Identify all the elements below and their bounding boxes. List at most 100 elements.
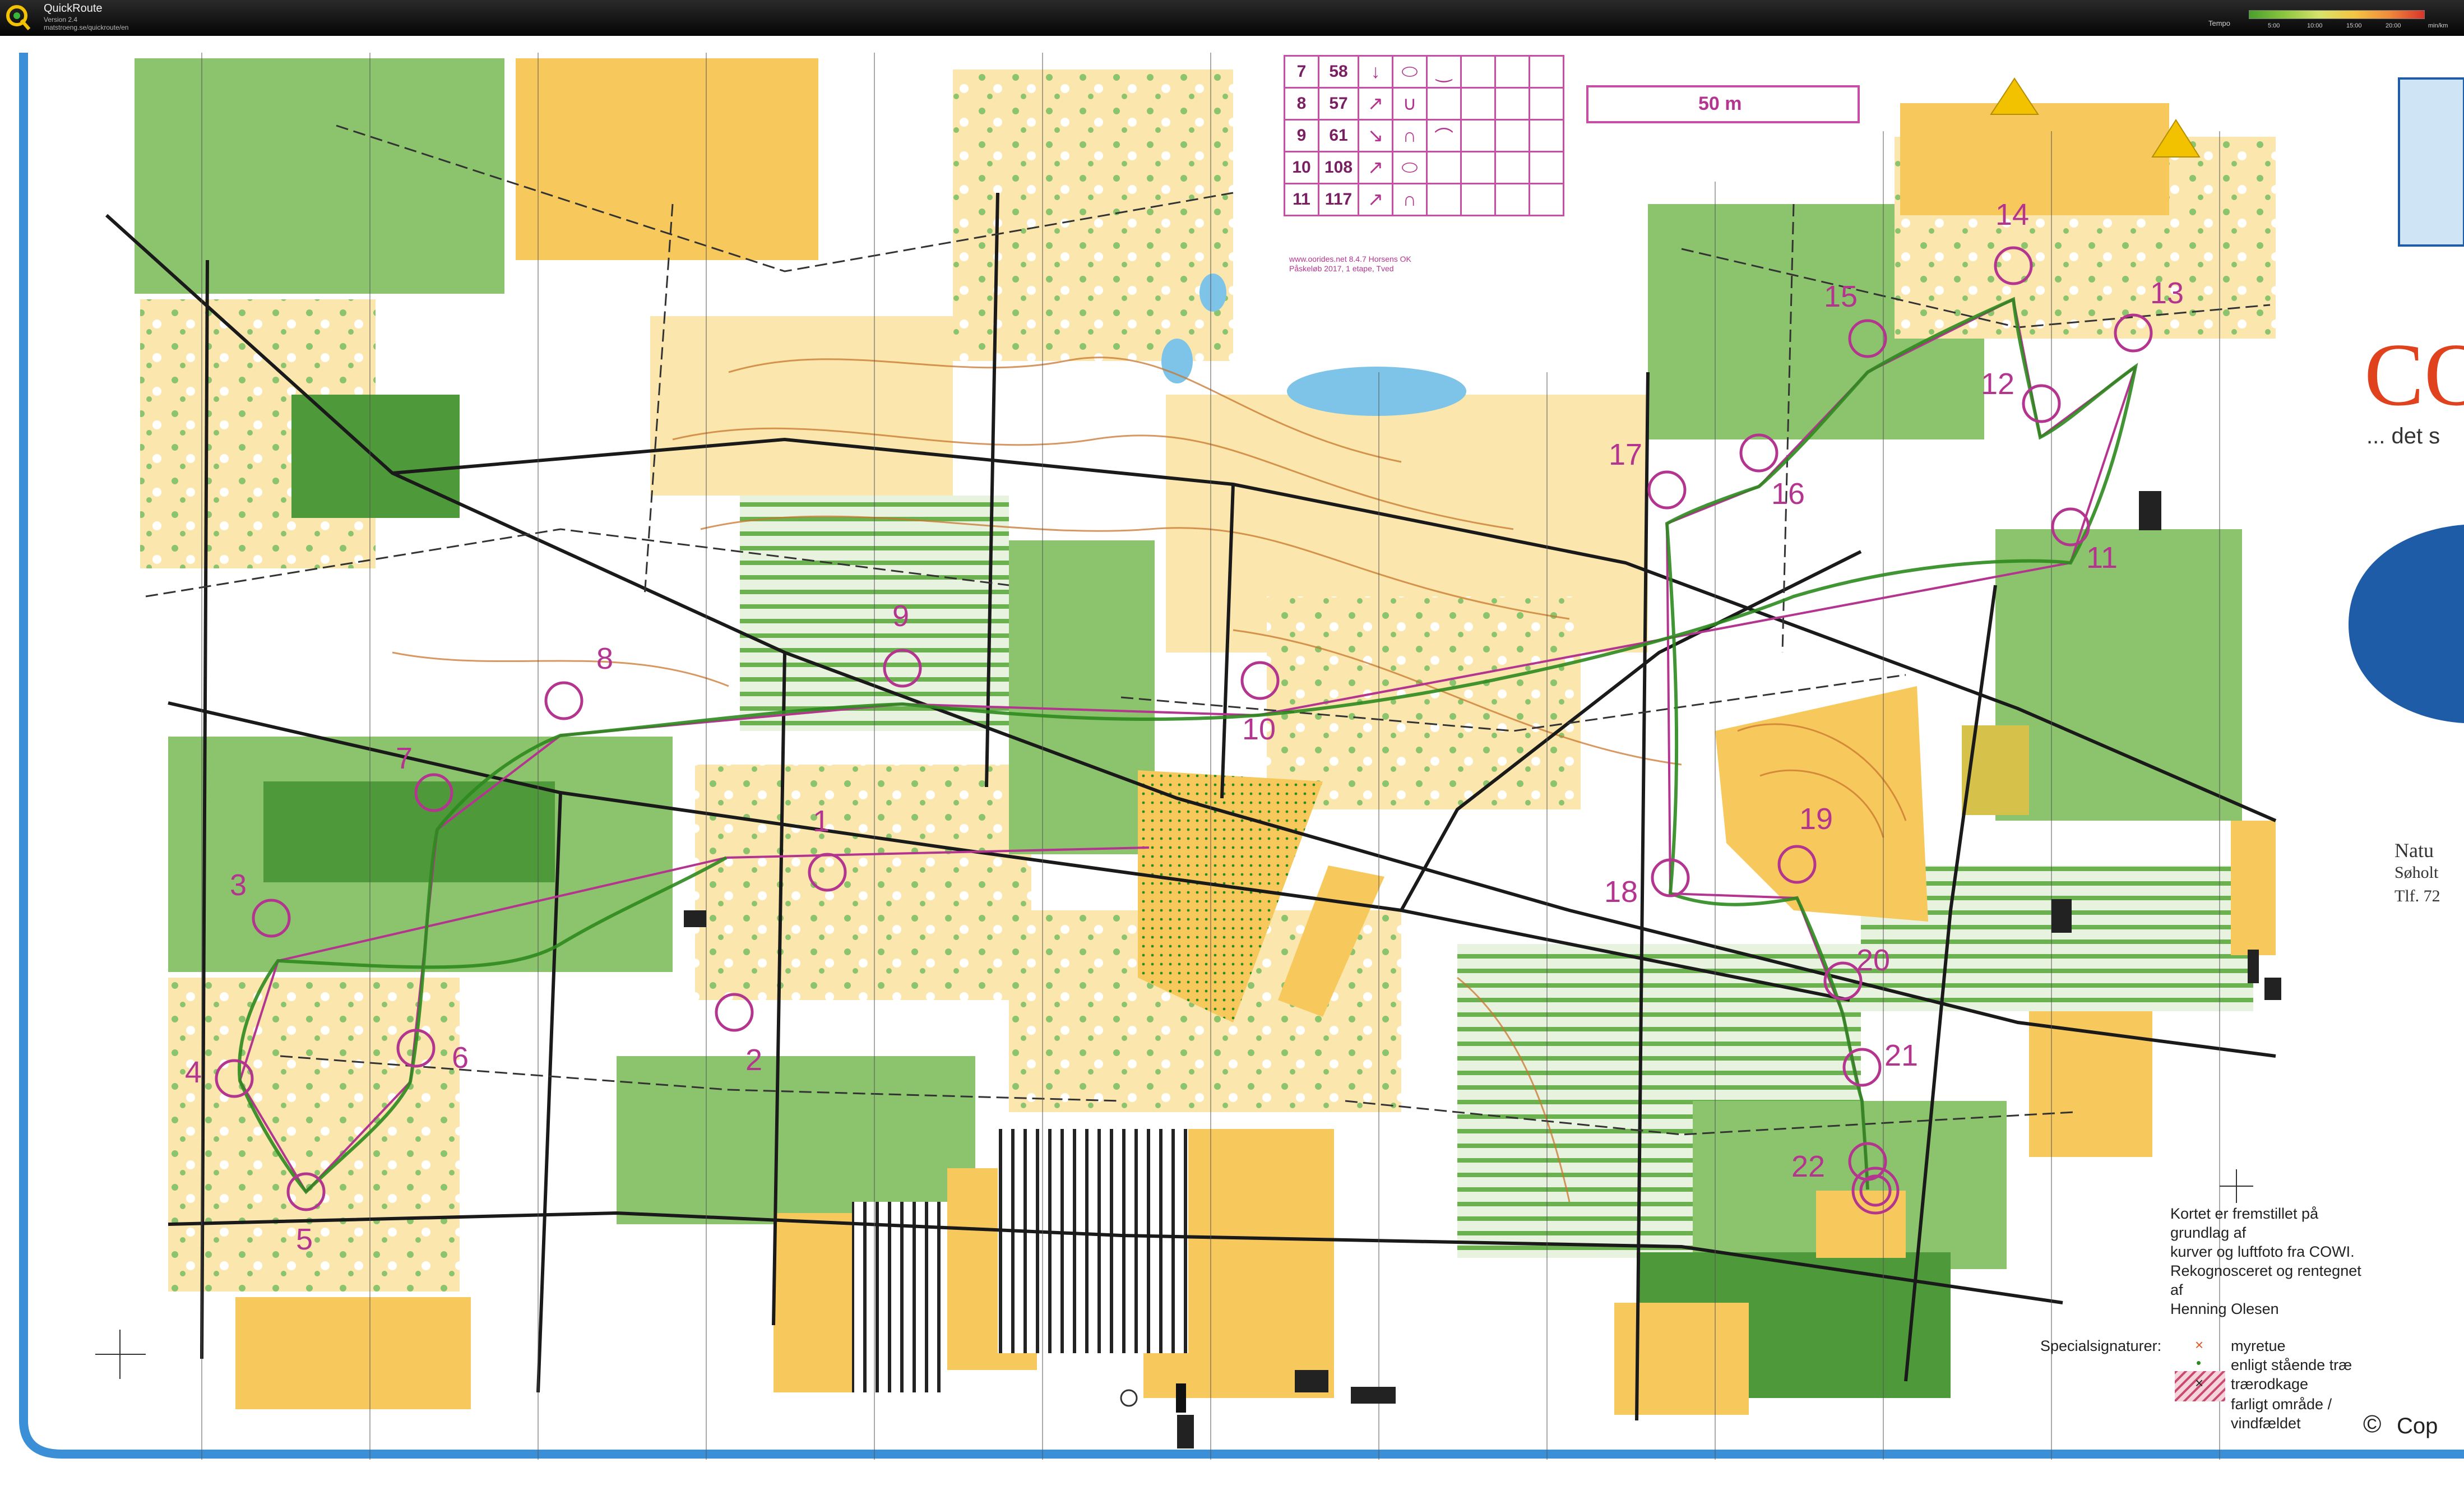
speed-tick: 5:00 (2268, 22, 2280, 29)
control-label-11: 11 (2086, 541, 2118, 575)
control-label-7: 7 (396, 742, 413, 775)
sponsor-logo-text: CO (2364, 325, 2464, 424)
description-row: 11 117 ↗ ∩ (1284, 183, 1564, 216)
control-label-12: 12 (1981, 367, 2015, 401)
control-number-cell: 11 (1284, 183, 1319, 216)
feature-cell: ∩ (1392, 119, 1428, 152)
app-title-bar: QuickRoute Version 2.4 matstroeng.se/qui… (0, 0, 2464, 36)
control-label-19: 19 (1799, 802, 1833, 836)
empty-cell (1529, 151, 1564, 184)
scale-bar-label: 50 m (1698, 93, 1742, 114)
control-number-cell: 8 (1284, 87, 1319, 121)
empty-cell (1460, 87, 1496, 121)
map-canvas[interactable] (0, 36, 2464, 1495)
legend-label: vindfældet (2231, 1415, 2301, 1432)
description-row: 9 61 ↘ ∩ ⌒ (1284, 119, 1564, 152)
control-code-cell: 58 (1318, 55, 1359, 89)
empty-cell (1460, 183, 1496, 216)
speed-legend-label: Tempo (2208, 19, 2231, 27)
credits-line: kurver og luftfoto fra COWI. (2170, 1243, 2355, 1260)
control-number-cell: 9 (1284, 119, 1319, 152)
app-version: Version 2.4 (44, 16, 78, 24)
copyright-text: Cop (2397, 1414, 2438, 1438)
empty-cell (1460, 119, 1496, 152)
legend-label: trærodkage (2231, 1376, 2309, 1392)
credits-line: Kortet er fremstillet på grundlag af (2170, 1205, 2319, 1241)
direction-cell: ↗ (1358, 183, 1393, 216)
sponsor-badge (2349, 525, 2464, 723)
control-description-sheet: 7 58 ↓ ⬭ ‿ 8 57 ↗ ∪ 9 61 ↘ ∩ ⌒ 10 108 ↗ ⬭ 11 117 ↗ ∩ (1284, 55, 1564, 216)
control-code-cell: 61 (1318, 119, 1359, 152)
empty-cell (1529, 183, 1564, 216)
description-row: 7 58 ↓ ⬭ ‿ (1284, 55, 1564, 89)
map-print-mark (1176, 1383, 1186, 1413)
control-number-cell: 7 (1284, 55, 1319, 89)
control-label-16: 16 (1771, 477, 1805, 511)
sponsor-tagline: ... det s (2366, 424, 2440, 448)
empty-cell (1529, 87, 1564, 121)
control-label-2: 2 (745, 1043, 763, 1077)
control-label-18: 18 (1604, 875, 1638, 909)
tree-dot-icon: • (2196, 1354, 2202, 1371)
copyright-icon: © (2363, 1410, 2382, 1438)
map-print-hole (1120, 1389, 1138, 1407)
natur-sponsor-title: Natu (2394, 839, 2434, 862)
direction-cell: ↓ (1358, 55, 1393, 89)
control-label-1: 1 (813, 804, 830, 838)
control-label-20: 20 (1856, 943, 1891, 977)
description-footer-line: Påskeløb 2017, 1 etape, Tved (1289, 264, 1394, 273)
control-label-3: 3 (230, 868, 247, 902)
legend-label: enligt stående træ (2231, 1357, 2352, 1373)
control-label-6: 6 (452, 1041, 469, 1075)
description-row: 8 57 ↗ ∪ (1284, 87, 1564, 121)
natur-sponsor-line: Søholt (2394, 863, 2439, 882)
empty-cell (1460, 55, 1496, 89)
empty-cell (1494, 151, 1530, 184)
control-code-cell: 57 (1318, 87, 1359, 121)
empty-cell (1460, 151, 1496, 184)
app-name: QuickRoute (44, 2, 103, 15)
special-symbols-title: Specialsignaturer: (2040, 1337, 2162, 1354)
speed-tick: 15:00 (2346, 22, 2362, 29)
natur-sponsor-line: Tlf. 72 (2394, 887, 2440, 905)
direction-cell: ↘ (1358, 119, 1393, 152)
control-label-21: 21 (1884, 1039, 1919, 1072)
detail-cell (1426, 151, 1462, 184)
credits-line: Henning Olesen (2170, 1300, 2279, 1317)
description-footer-line: www.oorides.net 8.4.7 Horsens OK (1289, 254, 1411, 263)
control-label-15: 15 (1824, 280, 1858, 313)
anthill-icon: × (2195, 1336, 2204, 1353)
legend-label: farligt område / (2231, 1396, 2332, 1413)
description-footer: www.oorides.net 8.4.7 Horsens OK Påskelø… (1289, 254, 1474, 274)
speed-legend: Tempo 5:00 10:00 15:00 20:00 min/km (2208, 8, 2455, 33)
direction-cell: ↗ (1358, 87, 1393, 121)
description-row: 10 108 ↗ ⬭ (1284, 151, 1564, 184)
root-stock-icon: × (2195, 1374, 2204, 1391)
control-code-cell: 117 (1318, 183, 1359, 216)
map-credits: Kortet er fremstillet på grundlag af kur… (2170, 1204, 2372, 1318)
control-label-5: 5 (296, 1223, 313, 1256)
direction-cell: ↗ (1358, 151, 1393, 184)
feature-cell: ∩ (1392, 183, 1428, 216)
empty-cell (1494, 87, 1530, 121)
app-url[interactable]: matstroeng.se/quickroute/en (44, 24, 128, 31)
orienteering-map[interactable]: 1 2 3 4 5 6 7 8 9 10 11 12 13 14 15 16 1… (0, 36, 2464, 1495)
detail-cell (1426, 183, 1462, 216)
control-label-13: 13 (2150, 276, 2184, 310)
quickroute-logo-icon (6, 5, 31, 30)
feature-cell: ∪ (1392, 87, 1428, 121)
control-label-10: 10 (1242, 712, 1276, 746)
feature-cell: ⬭ (1392, 151, 1428, 184)
control-number-cell: 10 (1284, 151, 1319, 184)
empty-cell (1529, 55, 1564, 89)
speed-tick: 10:00 (2307, 22, 2323, 29)
control-label-9: 9 (892, 599, 910, 633)
compass-logo (2398, 77, 2464, 247)
scale-bar: 50 m (1586, 85, 1860, 123)
feature-cell: ⬭ (1392, 55, 1428, 89)
control-label-4: 4 (185, 1056, 202, 1089)
credits-line: Rekognosceret og rentegnet af (2170, 1262, 2361, 1298)
detail-cell (1426, 87, 1462, 121)
control-label-8: 8 (596, 642, 614, 675)
detail-cell: ⌒ (1426, 119, 1462, 152)
